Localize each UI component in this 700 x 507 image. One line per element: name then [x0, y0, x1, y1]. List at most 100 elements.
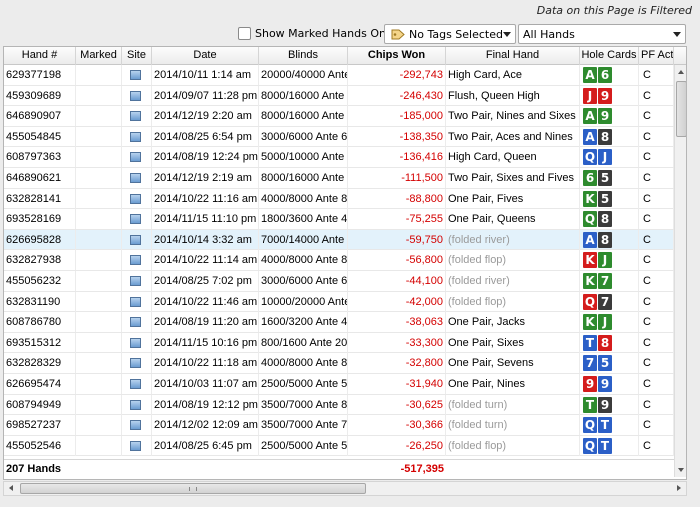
site-icon [130, 131, 141, 142]
marked-cell[interactable] [76, 435, 122, 456]
table-row[interactable]: 626695474 2014/10/03 11:07 am 2500/5000 An… [4, 374, 674, 395]
col-header-final-hand[interactable]: Final Hand [446, 47, 580, 65]
scroll-left-icon[interactable] [4, 482, 19, 495]
card-icon: A [583, 231, 597, 248]
final-hand: (folded flop) [446, 291, 580, 312]
site-icon [130, 420, 141, 431]
horizontal-scroll-thumb[interactable] [20, 483, 366, 494]
card-icon: Q [583, 437, 597, 454]
hand-date: 2014/08/25 6:45 pm [152, 435, 259, 456]
table-row[interactable]: 459309689 2014/09/07 11:28 pm 8000/16000 A… [4, 85, 674, 107]
table-row[interactable]: 632828329 2014/10/22 11:18 am 4000/8000 An… [4, 353, 674, 374]
table-row[interactable]: 632828141 2014/10/22 11:16 am 4000/8000 An… [4, 188, 674, 210]
card-icon: 5 [598, 170, 612, 186]
show-marked-checkbox[interactable] [238, 27, 251, 40]
col-header-pf-act[interactable]: PF Act [639, 47, 674, 65]
marked-cell[interactable] [76, 188, 122, 209]
show-marked-label[interactable]: Show Marked Hands Only [255, 27, 396, 40]
table-row[interactable]: 632831190 2014/10/22 11:46 am 10000/20000 … [4, 291, 674, 313]
table-row[interactable]: 455056232 2014/08/25 7:02 pm 3000/6000 Ant… [4, 271, 674, 292]
hand-date: 2014/10/22 11:18 am [152, 353, 259, 374]
col-header-marked[interactable]: Marked [76, 47, 122, 65]
marked-cell[interactable] [76, 65, 122, 85]
card-icon: K [583, 252, 597, 269]
marked-cell[interactable] [76, 415, 122, 436]
hole-cards: QJ [580, 147, 639, 168]
marked-cell[interactable] [76, 229, 122, 250]
card-icon: 9 [598, 396, 612, 413]
marked-cell[interactable] [76, 85, 122, 106]
scroll-right-icon[interactable] [671, 482, 686, 495]
table-row[interactable]: 646890907 2014/12/19 2:20 am 8000/16000 An… [4, 106, 674, 127]
scroll-down-icon[interactable] [675, 463, 686, 477]
chips-won: -38,063 [348, 312, 446, 333]
table-row[interactable]: 608786780 2014/08/19 11:20 am 1600/3200 An… [4, 312, 674, 333]
final-hand: (folded flop) [446, 435, 580, 456]
site-cell [122, 250, 152, 271]
col-header-hand[interactable]: Hand # [4, 47, 76, 65]
table-row[interactable]: 698527237 2014/12/02 12:09 am 3500/7000 An… [4, 415, 674, 436]
horizontal-scrollbar[interactable] [3, 481, 687, 496]
marked-cell[interactable] [76, 168, 122, 188]
scroll-up-icon[interactable] [675, 65, 686, 79]
tags-dropdown[interactable]: No Tags Selected [384, 24, 516, 44]
final-hand: One Pair, Fives [446, 188, 580, 209]
marked-cell[interactable] [76, 250, 122, 271]
hand-number: 646890907 [4, 106, 76, 127]
site-icon [130, 337, 141, 348]
marked-cell[interactable] [76, 353, 122, 374]
col-header-chips-won[interactable]: Chips Won [348, 47, 446, 65]
table-row[interactable]: 608797363 2014/08/19 12:24 pm 5000/10000 A… [4, 147, 674, 168]
table-row[interactable]: 646890621 2014/12/19 2:19 am 8000/16000 An… [4, 168, 674, 189]
site-icon [130, 111, 141, 122]
col-header-site[interactable]: Site [122, 47, 152, 65]
hand-number: 632828141 [4, 188, 76, 209]
hand-number: 608786780 [4, 312, 76, 333]
marked-cell[interactable] [76, 332, 122, 353]
marked-cell[interactable] [76, 106, 122, 127]
final-hand: (folded river) [446, 271, 580, 291]
site-icon [130, 358, 141, 369]
table-row[interactable]: 626695828 2014/10/14 3:32 am 7000/14000 An… [4, 229, 674, 251]
table-row[interactable]: 455054845 2014/08/25 6:54 pm 3000/6000 Ant… [4, 126, 674, 148]
hand-blinds: 4000/8000 Ante 800 [259, 250, 348, 271]
table-row[interactable]: 455052546 2014/08/25 6:45 pm 2500/5000 Ant… [4, 435, 674, 457]
hand-date: 2014/10/03 11:07 am [152, 374, 259, 394]
hole-cards: J9 [580, 85, 639, 106]
card-icon: T [598, 437, 612, 454]
marked-cell[interactable] [76, 374, 122, 394]
marked-cell[interactable] [76, 271, 122, 291]
hole-cards: KJ [580, 250, 639, 271]
vertical-scroll-thumb[interactable] [676, 81, 686, 137]
pf-action: C [639, 291, 674, 312]
table-row[interactable]: 629377198 2014/10/11 1:14 am 20000/40000 A… [4, 65, 674, 86]
pf-action: C [639, 271, 674, 291]
vertical-scrollbar[interactable] [674, 65, 686, 477]
col-header-blinds[interactable]: Blinds [259, 47, 348, 65]
marked-cell[interactable] [76, 126, 122, 147]
card-icon: 9 [583, 376, 597, 392]
hand-blinds: 1800/3600 Ante 450 [259, 209, 348, 230]
marked-cell[interactable] [76, 147, 122, 168]
marked-cell[interactable] [76, 291, 122, 312]
table-row[interactable]: 693528169 2014/11/15 11:10 pm 1800/3600 An… [4, 209, 674, 230]
card-icon: A [583, 128, 597, 145]
hand-date: 2014/12/19 2:20 am [152, 106, 259, 127]
marked-cell[interactable] [76, 394, 122, 415]
site-icon [130, 317, 141, 328]
site-cell [122, 147, 152, 168]
final-hand: (folded flop) [446, 250, 580, 271]
hand-number: 693528169 [4, 209, 76, 230]
col-header-hole-cards[interactable]: Hole Cards [580, 47, 639, 65]
table-row[interactable]: 608794949 2014/08/19 12:12 pm 3500/7000 An… [4, 394, 674, 416]
final-hand: Two Pair, Nines and Sixes [446, 106, 580, 127]
marked-cell[interactable] [76, 209, 122, 230]
card-icon: K [583, 314, 597, 331]
table-row[interactable]: 632827938 2014/10/22 11:14 am 4000/8000 An… [4, 250, 674, 271]
marked-cell[interactable] [76, 312, 122, 333]
table-row[interactable]: 693515312 2014/11/15 10:16 pm 800/1600 Ant… [4, 332, 674, 354]
hands-filter-select[interactable]: All Hands [518, 24, 686, 44]
hand-blinds: 5000/10000 Ante 1 [259, 147, 348, 168]
card-icon: T [598, 417, 612, 434]
col-header-date[interactable]: Date [152, 47, 259, 65]
